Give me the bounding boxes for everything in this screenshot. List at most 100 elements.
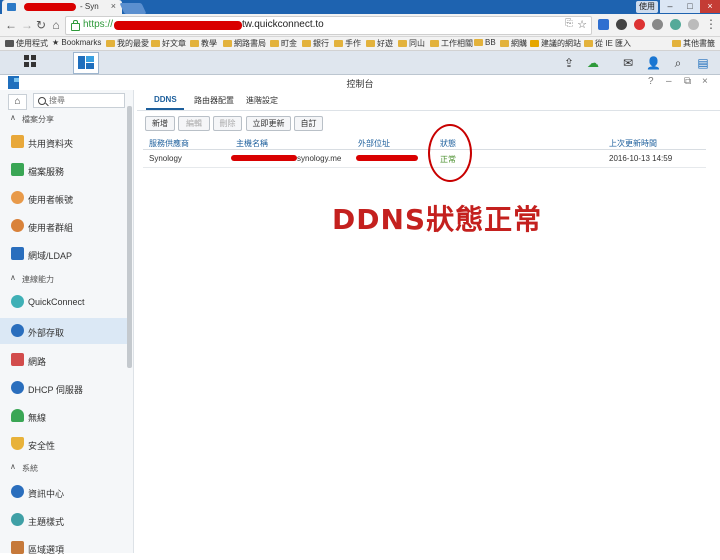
sidebar-item-domain-ldap[interactable]: 網域/LDAP [0,242,128,266]
table-header-divider [143,149,706,150]
tab-advanced[interactable]: 進階設定 [246,95,278,106]
bookmark-folder[interactable]: 網路書局 [223,38,266,49]
extension-icon[interactable] [652,19,663,30]
star-icon: ★ [52,38,60,47]
bookmark-folder[interactable]: 我的最愛 [106,38,149,49]
search-icon[interactable]: ⌕ [671,56,685,70]
folder-icon [270,40,279,47]
bookmark-icon [530,40,539,47]
delete-button[interactable]: 刪除 [213,116,242,131]
edit-button[interactable]: 編輯 [178,116,210,131]
sidebar-item-info-center[interactable]: 資訊中心 [0,480,128,504]
sidebar-item-security[interactable]: 安全性 [0,432,128,456]
redaction-mark [24,3,76,11]
column-header-hostname[interactable]: 主機名稱 [236,138,268,149]
sidebar-item-dhcp[interactable]: DHCP 伺服器 [0,376,128,400]
bookmark-folder[interactable]: 町金 [270,38,297,49]
sidebar-search[interactable] [33,93,125,108]
bookmark-folder[interactable]: 同山 [398,38,425,49]
extension-icon[interactable] [616,19,627,30]
sidebar-item-external-access[interactable]: 外部存取 [0,318,128,344]
shield-icon [11,437,24,450]
section-connectivity[interactable]: ∧ 連線能力 [0,273,128,285]
folder-icon [672,40,681,47]
home-icon[interactable]: ⌂ [49,18,63,32]
add-button[interactable]: 新增 [145,116,175,131]
bookmark-other[interactable]: 其他書籤 [672,38,715,49]
url-input[interactable]: https:// tw.quickconnect.to ⎘ ☆ [65,16,592,35]
bookmark-star-icon[interactable]: ☆ [577,18,587,31]
customize-button[interactable]: 自訂 [294,116,323,131]
section-system[interactable]: ∧ 系統 [0,462,128,474]
forward-icon[interactable]: → [20,18,34,32]
upload-queue-icon[interactable]: ⇪ [562,56,576,70]
control-panel-title-bar: 控制台 ? – ⧉ × [0,75,720,90]
group-icon [11,219,24,232]
column-header-external-address[interactable]: 外部位址 [358,138,390,149]
sidebar-item-user[interactable]: 使用者帳號 [0,186,128,210]
bookmark-folder[interactable]: BB [474,38,496,47]
bookmark-folder[interactable]: 工作相關 [430,38,473,49]
annotation-circle [428,124,472,182]
bookmark-link[interactable]: 建議的網站 [530,38,581,49]
update-now-button[interactable]: 立即更新 [246,116,291,131]
bookmark-folder[interactable]: 銀行 [302,38,329,49]
bookmark-folder[interactable]: 手作 [334,38,361,49]
sidebar-item-shared-folder[interactable]: 共用資料夾 [0,130,128,154]
notifications-icon[interactable]: ✉ [621,56,635,70]
extension-icon[interactable] [688,19,699,30]
sidebar-search-input[interactable] [49,94,121,107]
tab-close-icon[interactable]: × [111,1,116,11]
bookmark-folder[interactable]: 從 IE 匯入 [584,38,631,49]
sidebar-item-region[interactable]: 區域選項 [0,536,128,560]
widgets-icon[interactable]: ▤ [696,56,710,70]
close-icon[interactable]: × [702,76,708,87]
bookmark-folder[interactable]: 教學 [190,38,217,49]
restore-icon[interactable]: ⧉ [684,76,691,87]
cloud-status-icon[interactable]: ☁ [586,56,600,70]
extension-icon[interactable] [634,19,645,30]
sidebar-scrollbar[interactable] [127,106,132,368]
user-icon[interactable]: 👤 [646,56,661,70]
folder-icon [584,40,593,47]
sidebar-item-quickconnect[interactable]: QuickConnect [0,290,128,314]
help-icon[interactable]: ? [648,76,654,87]
sidebar-item-wireless[interactable]: 無線 [0,404,128,428]
window-close-button[interactable]: × [700,0,720,13]
back-icon[interactable]: ← [4,18,18,32]
folder-icon [474,39,483,46]
folder-icon [106,40,115,47]
control-panel-taskbar-icon[interactable] [73,52,99,74]
tab-router-config[interactable]: 路由器配置 [194,95,234,106]
sidebar-item-network[interactable]: 網路 [0,348,128,372]
sidebar-item-group[interactable]: 使用者群組 [0,214,128,238]
bookmark-apps[interactable]: 使用程式 [5,38,48,49]
window-minimize-button[interactable]: – [660,0,680,13]
browser-tab-title: - Syn [80,2,99,11]
home-button[interactable]: ⌂ [8,94,27,110]
bookmark-folder[interactable]: 網購 [500,38,527,49]
sidebar-item-theme[interactable]: 主題樣式 [0,508,128,532]
new-tab-button[interactable] [119,3,147,14]
sidebar-item-file-services[interactable]: 檔案服務 [0,158,128,182]
profile-button[interactable]: 使用 [636,1,658,13]
reload-icon[interactable]: ↻ [34,18,48,32]
bookmark-folder[interactable]: 好文章 [151,38,186,49]
browser-tab[interactable]: - Syn × [2,0,122,14]
extension-translate-icon[interactable] [598,19,609,30]
column-header-last-update[interactable]: 上次更新時間 [609,138,657,149]
bookmark-bookmarks[interactable]: ★ Bookmarks [52,38,101,47]
section-file-sharing[interactable]: ∧ 檔案分享 [0,113,128,125]
folder-icon [151,40,160,47]
minimize-icon[interactable]: – [666,76,672,87]
window-maximize-button[interactable]: □ [680,0,700,13]
share-icon[interactable]: ⎘ [565,18,573,29]
globe-icon [11,324,24,337]
main-menu-icon[interactable] [24,55,37,68]
collapse-arrow-icon: ∧ [10,113,16,122]
column-header-provider[interactable]: 服務供應商 [149,138,189,149]
extension-icon[interactable] [670,19,681,30]
tab-ddns[interactable]: DDNS [154,95,177,104]
browser-menu-icon[interactable]: ⋮ [704,17,718,31]
bookmark-folder[interactable]: 好遊 [366,38,393,49]
